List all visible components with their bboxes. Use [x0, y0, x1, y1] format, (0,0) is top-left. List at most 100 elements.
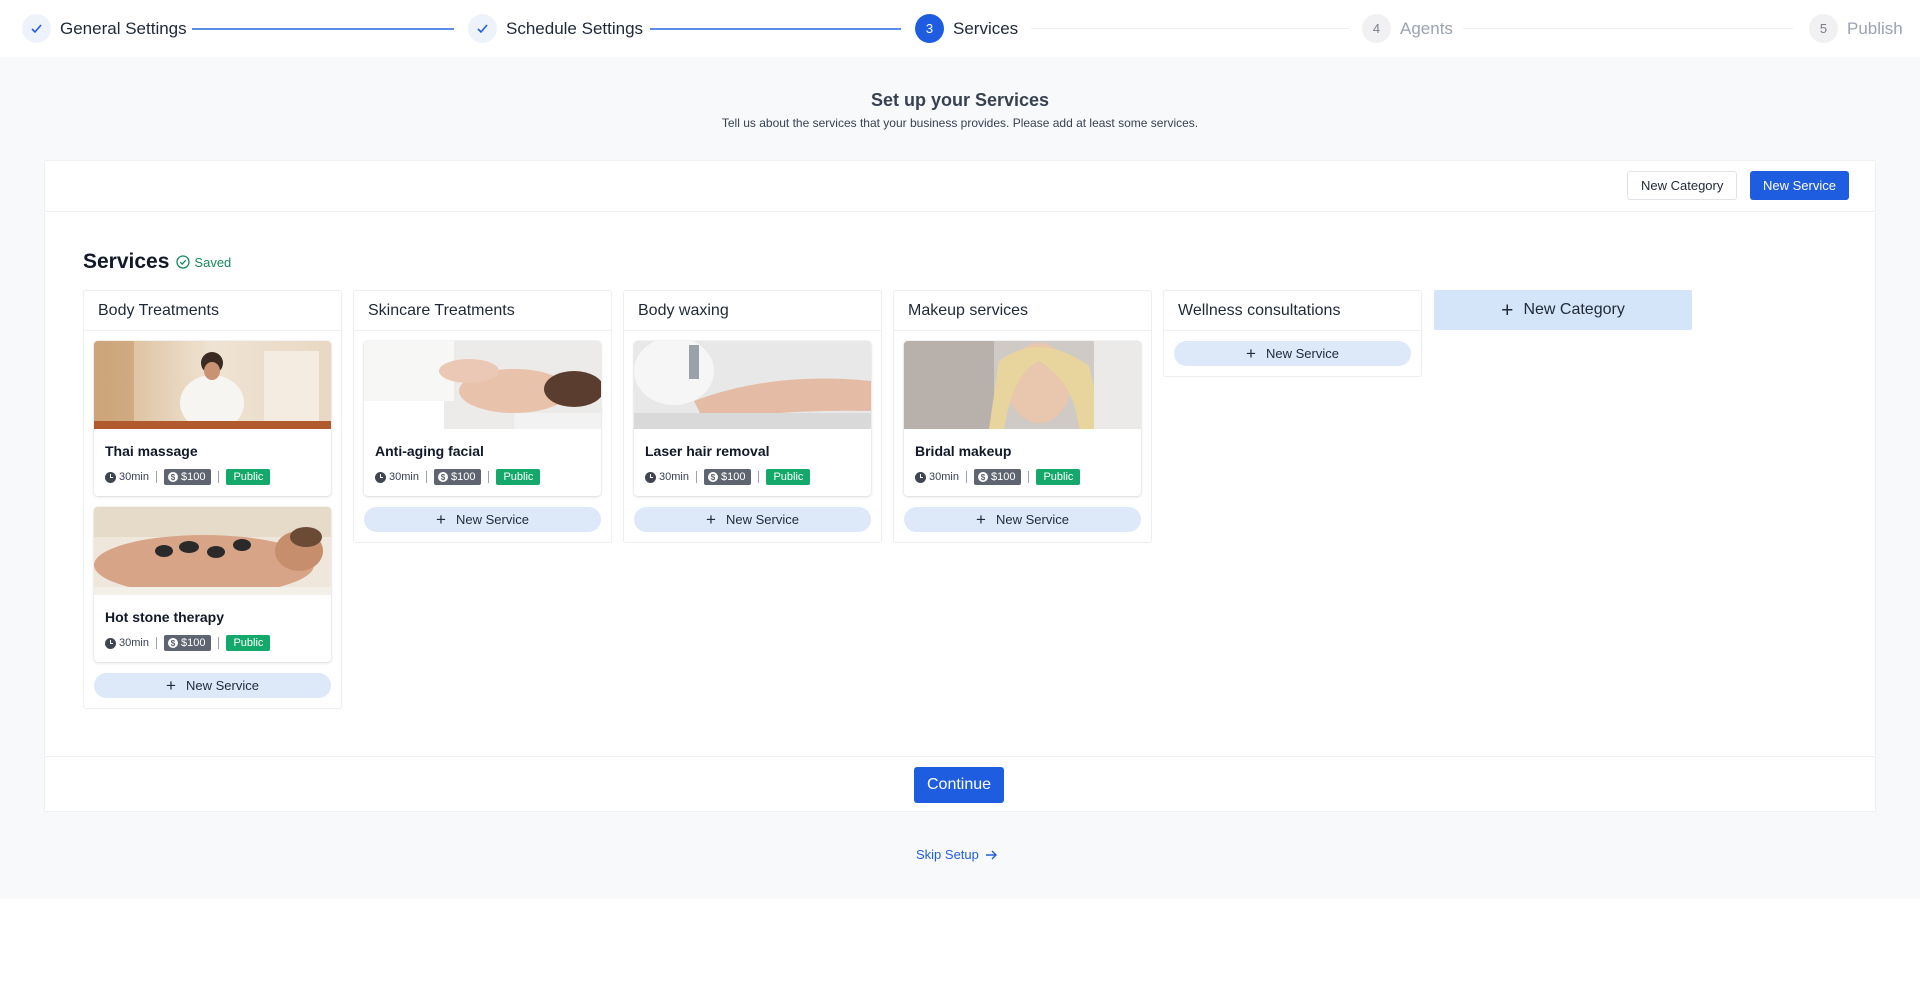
saved-label: Saved — [194, 254, 232, 270]
price-badge: $ $100 — [163, 635, 212, 651]
visibility-badge: Public — [1036, 469, 1081, 485]
visibility-badge: Public — [226, 635, 271, 651]
dollar-icon: $ — [707, 472, 718, 482]
service-card[interactable]: Anti-aging facial 30min $ $100 Public — [364, 341, 601, 496]
service-duration: 30min — [929, 471, 959, 483]
step-agents[interactable]: 4 Agents — [1362, 14, 1453, 43]
new-category-button[interactable]: New Category — [1627, 171, 1738, 200]
skip-setup-link[interactable]: Skip Setup — [916, 847, 998, 862]
service-duration: 30min — [119, 471, 149, 483]
service-name: Laser hair removal — [645, 443, 770, 459]
check-icon — [468, 14, 497, 43]
add-category-label: New Category — [1523, 301, 1625, 318]
price-badge: $ $100 — [703, 469, 752, 485]
skip-setup-label: Skip Setup — [916, 847, 979, 862]
visibility-badge: Public — [226, 469, 271, 485]
divider — [965, 471, 967, 483]
dollar-icon: $ — [167, 638, 178, 648]
services-heading: Services Saved — [83, 250, 231, 274]
add-service-button[interactable]: + New Service — [94, 673, 331, 698]
category-title[interactable]: Body waxing — [624, 291, 881, 331]
step-schedule-settings[interactable]: Schedule Settings — [468, 14, 643, 43]
step-label: General Settings — [60, 18, 187, 38]
category-title[interactable]: Skincare Treatments — [354, 291, 611, 331]
service-card[interactable]: Hot stone therapy 30min $ $100 Public — [94, 507, 331, 662]
service-image — [634, 341, 871, 429]
services-panel: New Category New Service Services Saved … — [44, 160, 1876, 812]
service-name: Anti-aging facial — [375, 443, 484, 459]
step-connector — [1463, 28, 1793, 29]
step-services[interactable]: 3 Services — [915, 14, 1018, 43]
category-column: Makeup services Bridal makeup 30min $ $1… — [893, 290, 1152, 543]
step-connector — [192, 28, 454, 30]
step-number: 4 — [1362, 14, 1391, 43]
add-service-label: New Service — [725, 512, 799, 527]
step-general-settings[interactable]: General Settings — [22, 14, 187, 43]
plus-icon: + — [166, 676, 176, 695]
clock-icon — [645, 471, 656, 483]
step-number: 3 — [915, 14, 944, 43]
panel-footer: Continue — [45, 756, 1875, 812]
service-card[interactable]: Bridal makeup 30min $ $100 Public — [904, 341, 1141, 496]
page-title: Set up your Services — [870, 90, 1050, 110]
new-service-button[interactable]: New Service — [1750, 171, 1849, 200]
service-image — [904, 341, 1141, 429]
category-column: Wellness consultations + New Service — [1163, 290, 1422, 377]
service-name: Thai massage — [105, 443, 198, 459]
category-title[interactable]: Makeup services — [894, 291, 1151, 331]
service-name: Hot stone therapy — [105, 609, 225, 625]
add-service-button[interactable]: + New Service — [1174, 341, 1411, 366]
price-badge: $ $100 — [163, 469, 212, 485]
add-category-tile[interactable]: + New Category — [1434, 290, 1692, 330]
clock-icon — [105, 637, 116, 649]
category-column: Skincare Treatments Anti-aging facial 30… — [353, 290, 612, 543]
service-image — [364, 341, 601, 429]
price-badge: $ $100 — [433, 469, 482, 485]
service-card[interactable]: Thai massage 30min $ $100 Public — [94, 341, 331, 496]
price-badge: $ $100 — [973, 469, 1022, 485]
services-title: Services — [83, 250, 170, 273]
add-service-label: New Service — [1265, 346, 1339, 361]
service-price: $100 — [990, 471, 1016, 483]
service-duration: 30min — [119, 637, 149, 649]
panel-toolbar: New Category New Service — [45, 161, 1875, 212]
service-price: $100 — [180, 637, 206, 649]
check-icon — [22, 14, 51, 43]
category-title[interactable]: Wellness consultations — [1164, 291, 1421, 331]
plus-icon: + — [706, 510, 716, 529]
add-service-button[interactable]: + New Service — [904, 507, 1141, 532]
step-connector — [650, 28, 901, 30]
service-duration: 30min — [659, 471, 689, 483]
add-service-label: New Service — [185, 678, 259, 693]
divider — [218, 637, 220, 649]
divider — [155, 471, 157, 483]
plus-icon: + — [436, 510, 446, 529]
step-number: 5 — [1809, 14, 1838, 43]
category-title[interactable]: Body Treatments — [84, 291, 341, 331]
check-circle-icon — [176, 255, 191, 269]
add-service-button[interactable]: + New Service — [364, 507, 601, 532]
step-publish[interactable]: 5 Publish — [1809, 14, 1903, 43]
category-column: Body waxing Laser hair removal 30min $ $… — [623, 290, 882, 543]
divider — [155, 637, 157, 649]
add-service-button[interactable]: + New Service — [634, 507, 871, 532]
step-connector — [1031, 28, 1349, 29]
dollar-icon: $ — [977, 472, 988, 482]
setup-stepper: General Settings Schedule Settings 3 Ser… — [0, 0, 1920, 57]
service-price: $100 — [720, 471, 746, 483]
service-card[interactable]: Laser hair removal 30min $ $100 Public — [634, 341, 871, 496]
plus-icon: + — [1246, 344, 1256, 363]
dollar-icon: $ — [167, 472, 178, 482]
clock-icon — [915, 471, 926, 483]
dollar-icon: $ — [437, 472, 448, 482]
page-subtitle: Tell us about the services that your bus… — [721, 116, 1199, 130]
service-duration: 30min — [389, 471, 419, 483]
step-label: Publish — [1847, 18, 1903, 38]
continue-button[interactable]: Continue — [914, 767, 1005, 803]
visibility-badge: Public — [766, 469, 811, 485]
service-image — [94, 341, 331, 429]
divider — [695, 471, 697, 483]
service-price: $100 — [450, 471, 476, 483]
service-price: $100 — [180, 471, 206, 483]
add-service-label: New Service — [455, 512, 529, 527]
